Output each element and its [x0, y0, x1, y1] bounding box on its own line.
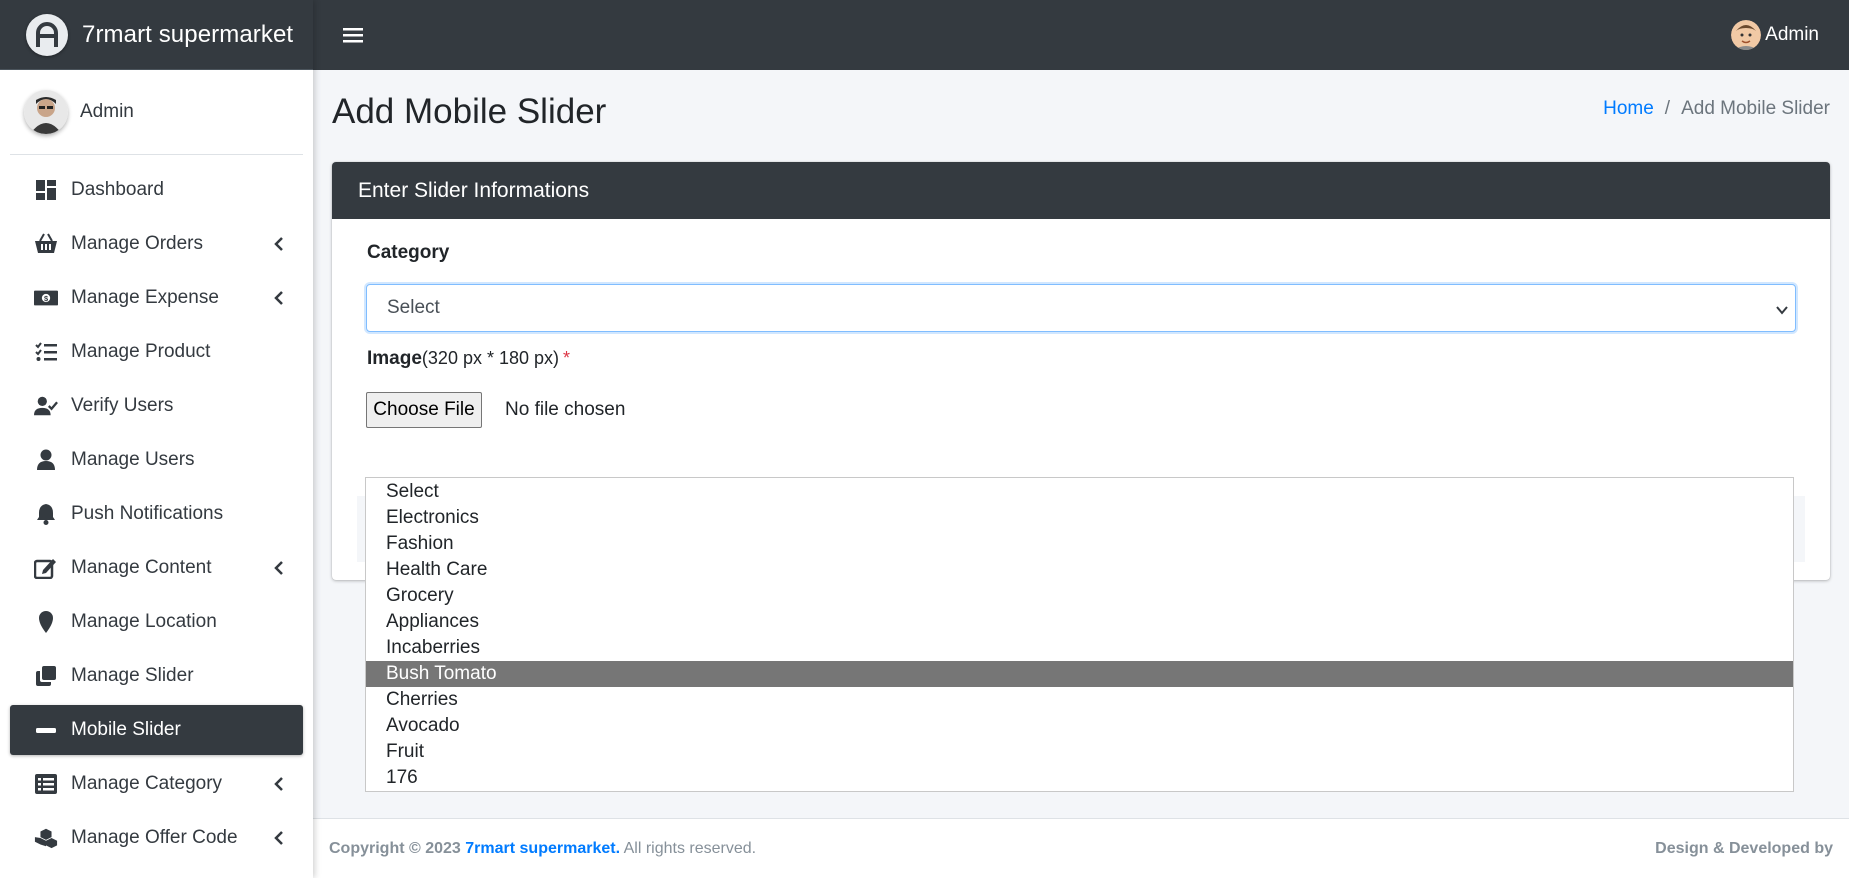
- breadcrumb-separator: /: [1664, 98, 1671, 119]
- footer-copyright-prefix: Copyright © 2023: [329, 839, 461, 857]
- card-header: Enter Slider Informations: [332, 162, 1830, 219]
- chevron-down-icon: [1775, 301, 1789, 315]
- top-navbar: Admin: [313, 0, 1849, 70]
- sidebar-item-manage-expense[interactable]: $ Manage Expense: [10, 273, 303, 323]
- card-title: Enter Slider Informations: [358, 178, 590, 202]
- page-title: Add Mobile Slider: [332, 92, 607, 131]
- sidebar-item-manage-category[interactable]: Manage Category: [10, 759, 303, 809]
- breadcrumb-current: Add Mobile Slider: [1681, 98, 1830, 119]
- chevron-left-icon: [269, 234, 289, 254]
- dropdown-option[interactable]: Fruit: [366, 739, 1793, 765]
- sidebar-item-manage-orders[interactable]: Manage Orders: [10, 219, 303, 269]
- user-check-icon: [34, 394, 58, 418]
- sidebar-item-label: Manage Location: [71, 611, 217, 632]
- user-icon: [34, 448, 58, 472]
- sidebar-item-manage-content[interactable]: Manage Content: [10, 543, 303, 593]
- top-user-name: Admin: [1765, 24, 1819, 45]
- sidebar-item-label: Manage Category: [71, 773, 223, 794]
- sidebar-user-name: Admin: [80, 101, 134, 122]
- avatar: [1731, 20, 1762, 50]
- breadcrumb: Home / Add Mobile Slider: [1603, 98, 1830, 120]
- sidebar-item-label: Manage Expense: [71, 287, 219, 308]
- sidebar-nav: Dashboard Manage Orders $ Manage Expense…: [0, 155, 313, 863]
- dropdown-option-highlighted[interactable]: Bush Tomato: [366, 661, 1793, 687]
- footer-credit: Design & Developed by: [1655, 839, 1833, 857]
- dropdown-option[interactable]: Incaberries: [366, 635, 1793, 661]
- menu-toggle-icon[interactable]: [341, 23, 365, 47]
- sidebar-item-label: Mobile Slider: [71, 719, 181, 740]
- dropdown-option[interactable]: Select: [366, 479, 1793, 505]
- edit-icon: [34, 556, 58, 580]
- category-dropdown-list[interactable]: Select Electronics Fashion Health Care G…: [365, 477, 1794, 792]
- cubes-icon: [34, 826, 58, 850]
- sidebar-item-label: Manage Slider: [71, 665, 194, 686]
- image-size-hint: (320 px * 180 px): [421, 348, 560, 368]
- list-alt-icon: [34, 772, 58, 796]
- image-label-text: Image: [367, 348, 422, 369]
- dropdown-option[interactable]: Fashion: [366, 531, 1793, 557]
- brand-link[interactable]: 7rmart supermarket: [0, 0, 313, 70]
- chevron-left-icon: [269, 774, 289, 794]
- brand-name: 7rmart supermarket: [82, 20, 294, 48]
- sidebar-item-label: Manage Content: [71, 557, 212, 578]
- sidebar-item-label: Manage Users: [71, 449, 195, 470]
- sidebar-item-label: Manage Orders: [71, 233, 204, 254]
- required-mark: *: [563, 348, 571, 368]
- sidebar-item-manage-offer-code[interactable]: Manage Offer Code: [10, 813, 303, 863]
- sidebar-item-manage-product[interactable]: Manage Product: [10, 327, 303, 377]
- sidebar-item-label: Manage Product: [71, 341, 211, 362]
- sidebar-item-dashboard[interactable]: Dashboard: [10, 165, 303, 215]
- file-status-text: No file chosen: [505, 399, 626, 420]
- footer-copyright: Copyright © 2023 7rmart supermarket. All…: [329, 840, 756, 858]
- dropdown-option[interactable]: Avocado: [366, 713, 1793, 739]
- dropdown-option[interactable]: Health Care: [366, 557, 1793, 583]
- category-select-value: Select: [387, 297, 440, 318]
- sidebar-item-label: Manage Offer Code: [71, 827, 238, 848]
- sidebar: 7rmart supermarket Admin Dashboard Manag…: [0, 0, 313, 878]
- dropdown-option[interactable]: Cherries: [366, 687, 1793, 713]
- brand-logo-icon: [26, 13, 68, 56]
- breadcrumb-home-link[interactable]: Home: [1603, 98, 1654, 120]
- dropdown-option[interactable]: 176: [366, 765, 1793, 791]
- chevron-left-icon: [269, 828, 289, 848]
- chevron-left-icon: [269, 288, 289, 308]
- sidebar-item-label: Verify Users: [71, 395, 174, 416]
- sidebar-item-verify-users[interactable]: Verify Users: [10, 381, 303, 431]
- money-icon: $: [34, 286, 58, 310]
- sidebar-item-label: Dashboard: [71, 179, 164, 200]
- sidebar-item-push-notifications[interactable]: Push Notifications: [10, 489, 303, 539]
- clone-icon: [34, 664, 58, 688]
- footer-rights: All rights reserved.: [623, 839, 757, 857]
- image-label: Image(320 px * 180 px) *: [367, 348, 570, 370]
- bell-icon: [34, 502, 58, 526]
- svg-text:$: $: [44, 294, 48, 303]
- chevron-left-icon: [269, 558, 289, 578]
- sidebar-item-label: Push Notifications: [71, 503, 224, 524]
- basket-icon: [34, 232, 58, 256]
- top-user-menu[interactable]: Admin: [1731, 20, 1819, 50]
- choose-file-button[interactable]: Choose File: [366, 392, 482, 428]
- sidebar-item-manage-slider[interactable]: Manage Slider: [10, 651, 303, 701]
- footer-brand-link[interactable]: 7rmart supermarket.: [465, 840, 620, 857]
- sidebar-user-panel[interactable]: Admin: [10, 70, 303, 155]
- dropdown-option[interactable]: Appliances: [366, 609, 1793, 635]
- category-select[interactable]: Select: [366, 284, 1796, 332]
- sidebar-item-mobile-slider[interactable]: Mobile Slider: [10, 705, 303, 755]
- sidebar-item-manage-location[interactable]: Manage Location: [10, 597, 303, 647]
- dropdown-option[interactable]: Grocery: [366, 583, 1793, 609]
- minus-icon: [34, 718, 58, 742]
- dashboard-icon: [34, 178, 58, 202]
- dropdown-option[interactable]: Electronics: [366, 505, 1793, 531]
- sidebar-item-manage-users[interactable]: Manage Users: [10, 435, 303, 485]
- avatar: [24, 90, 68, 134]
- page-footer: Copyright © 2023 7rmart supermarket. All…: [313, 818, 1849, 878]
- category-label: Category: [367, 242, 450, 263]
- tasks-icon: [34, 340, 58, 364]
- map-marker-icon: [34, 610, 58, 634]
